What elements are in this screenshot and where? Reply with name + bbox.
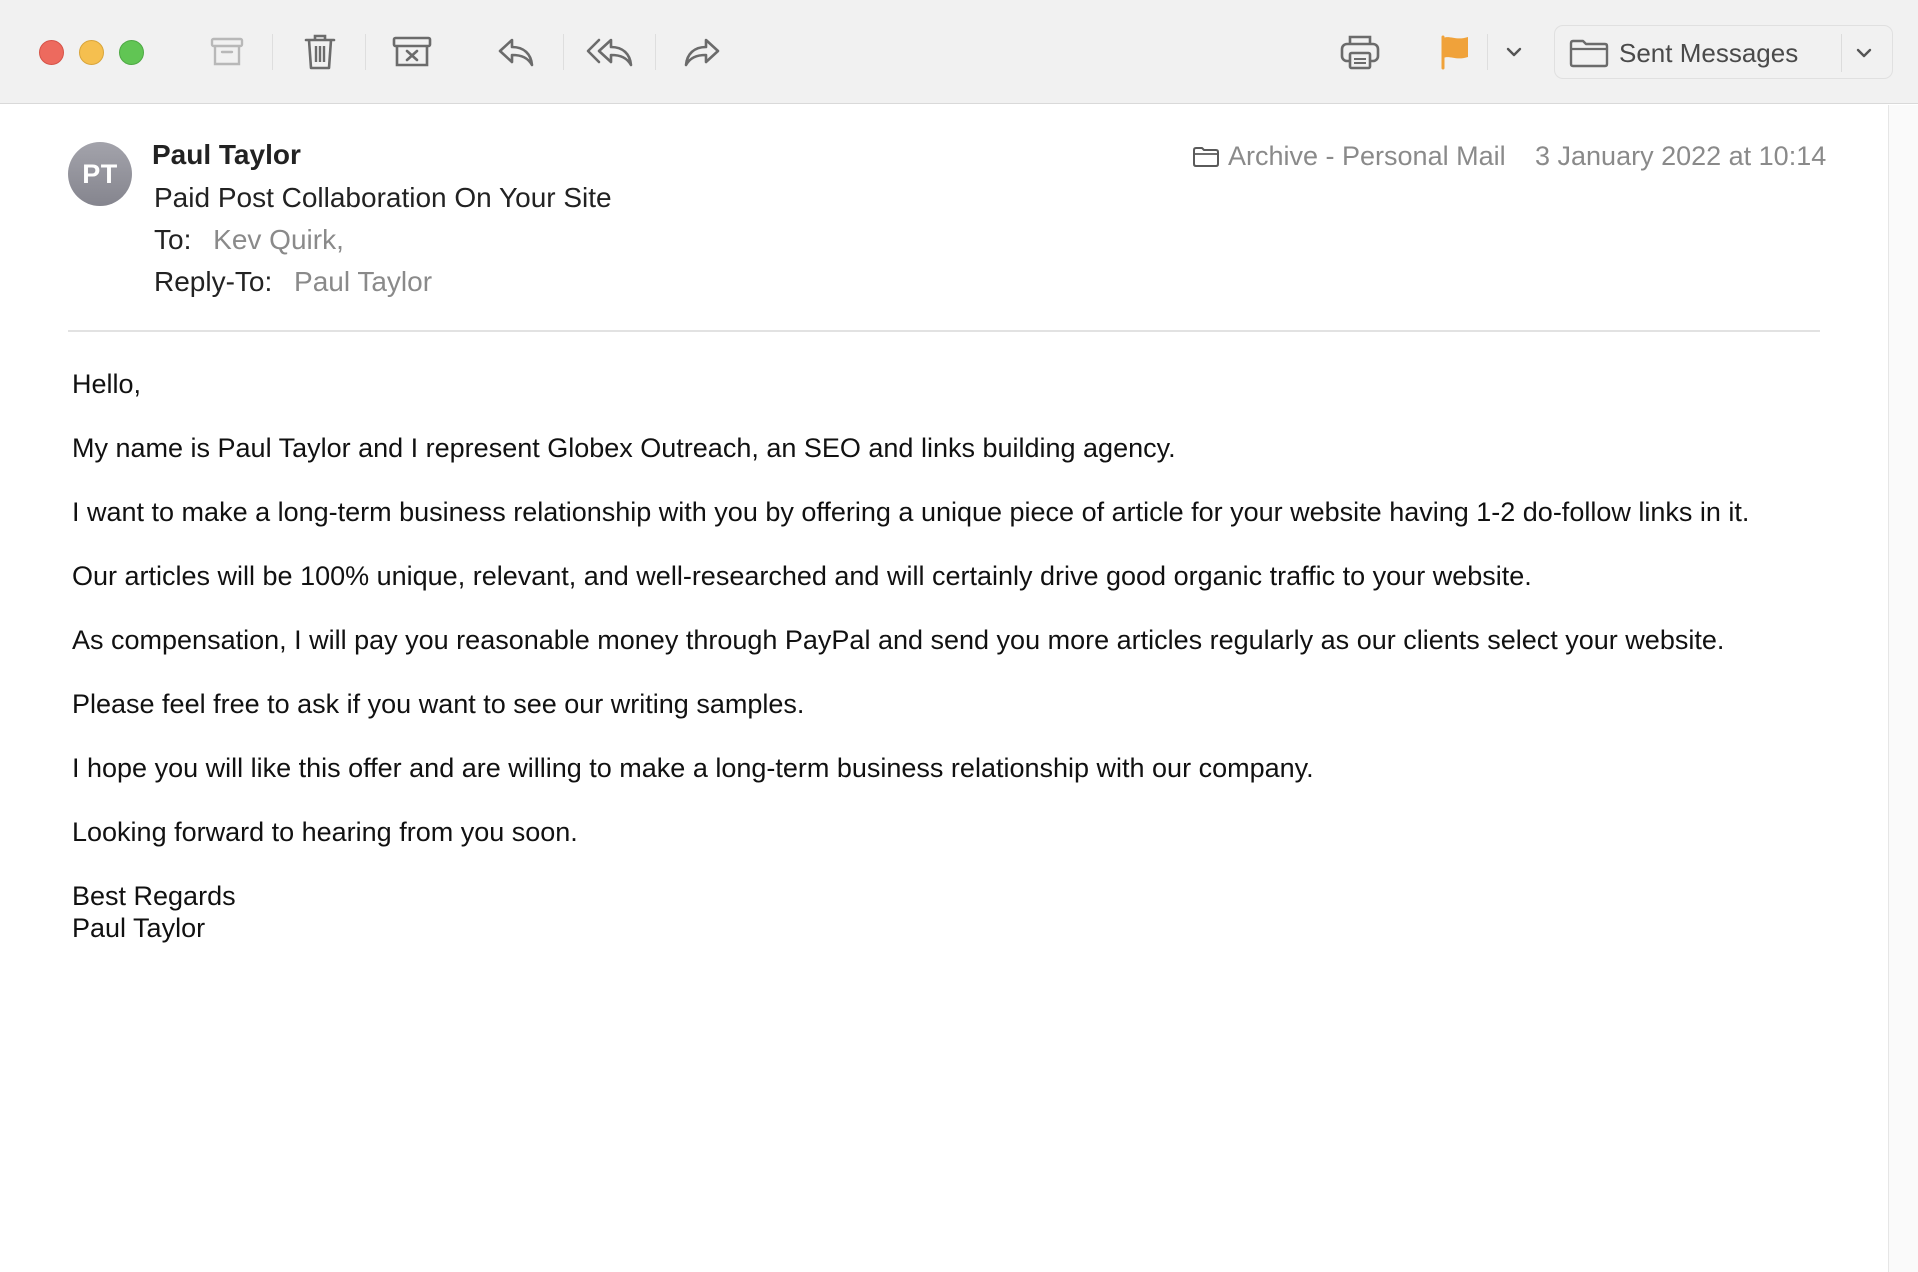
signature-name: Paul Taylor <box>72 913 206 943</box>
toolbar-separator <box>365 34 366 70</box>
toolbar: Sent Messages <box>0 0 1918 104</box>
message-mailbox: Archive - Personal Mail <box>1192 141 1506 172</box>
flag-button[interactable] <box>1434 26 1476 78</box>
junk-button[interactable] <box>388 26 436 78</box>
flag-menu-button[interactable] <box>1499 26 1529 78</box>
folder-icon <box>1193 146 1219 167</box>
print-icon <box>1340 35 1380 70</box>
scrollbar[interactable] <box>1888 105 1918 1272</box>
forward-icon <box>684 38 720 67</box>
reply-to-address[interactable]: Paul Taylor <box>294 266 432 297</box>
reply-all-button[interactable] <box>582 26 638 78</box>
toolbar-separator <box>563 34 564 70</box>
toolbar-separator <box>1487 34 1488 70</box>
mail-window: Sent Messages PT Paul Taylor Paid Post C… <box>0 0 1918 1272</box>
body-greeting: Hello, <box>72 369 142 399</box>
folder-icon <box>1569 39 1609 68</box>
reply-button[interactable] <box>492 26 540 78</box>
minimize-window-button[interactable] <box>79 40 104 65</box>
body-paragraph: I want to make a long-term business rela… <box>72 497 1750 527</box>
reply-to-label: Reply-To: <box>154 266 273 297</box>
body-paragraph: I hope you will like this offer and are … <box>72 753 1314 783</box>
reply-icon <box>498 38 534 67</box>
close-window-button[interactable] <box>39 40 64 65</box>
select-divider <box>1841 34 1842 72</box>
mailbox-name: Archive - Personal Mail <box>1228 141 1506 171</box>
to-label: To: <box>154 224 192 255</box>
print-button[interactable] <box>1336 26 1384 78</box>
reply-to-row: Reply-To: Paul Taylor <box>154 266 432 298</box>
junk-icon <box>392 36 432 67</box>
body-paragraph: Please feel free to ask if you want to s… <box>72 689 805 719</box>
archive-button[interactable] <box>205 26 249 78</box>
sign-off: Best Regards <box>72 881 236 911</box>
reply-all-icon <box>586 38 633 67</box>
flag-icon <box>1441 35 1468 70</box>
avatar: PT <box>68 142 132 206</box>
sender-name[interactable]: Paul Taylor <box>152 139 301 171</box>
trash-icon <box>304 34 336 70</box>
toolbar-separator <box>272 34 273 70</box>
message-body: Hello, My name is Paul Taylor and I repr… <box>72 368 1872 944</box>
body-paragraph: As compensation, I will pay you reasonab… <box>72 625 1725 655</box>
chevron-down-icon <box>1506 47 1522 57</box>
mailbox-select-label: Sent Messages <box>1619 38 1799 68</box>
header-divider <box>68 330 1820 332</box>
to-row: To: Kev Quirk, <box>154 224 344 256</box>
move-to-mailbox-select[interactable]: Sent Messages <box>1554 25 1893 79</box>
archive-icon <box>210 37 244 66</box>
body-paragraph: My name is Paul Taylor and I represent G… <box>72 433 1176 463</box>
body-paragraph: Looking forward to hearing from you soon… <box>72 817 578 847</box>
toolbar-separator <box>655 34 656 70</box>
chevron-down-icon[interactable] <box>1855 43 1873 63</box>
body-paragraph: Our articles will be 100% unique, releva… <box>72 561 1532 591</box>
message-date: 3 January 2022 at 10:14 <box>1535 141 1827 171</box>
zoom-window-button[interactable] <box>119 40 144 65</box>
forward-button[interactable] <box>678 26 726 78</box>
delete-button[interactable] <box>298 26 342 78</box>
subject-line: Paid Post Collaboration On Your Site <box>154 182 612 213</box>
to-recipient[interactable]: Kev Quirk, <box>213 224 344 255</box>
